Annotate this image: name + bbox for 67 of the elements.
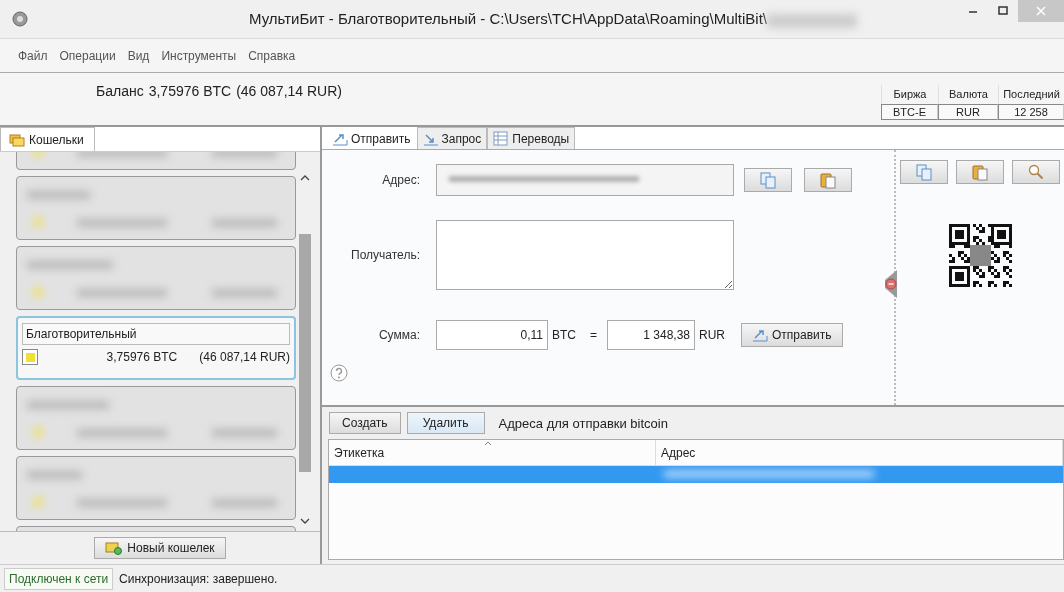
menu-item[interactable]: Файл: [16, 46, 50, 65]
paste-icon: [972, 163, 988, 181]
help-icon[interactable]: [330, 364, 348, 382]
btc-amount-field[interactable]: 0,11: [436, 320, 548, 350]
create-button[interactable]: Создать: [329, 412, 401, 434]
fiat-amount-field[interactable]: 1 348,38: [607, 320, 695, 350]
tab[interactable]: Запрос: [416, 127, 488, 149]
folder-icon: [9, 132, 25, 147]
menu-item[interactable]: Вид: [125, 46, 152, 65]
wallet-icon: [22, 349, 38, 365]
wallets-tab-label: Кошельки: [29, 132, 84, 147]
wallet-name: Благотворительный: [22, 323, 290, 345]
menu-item[interactable]: Операции: [57, 46, 118, 65]
address-field[interactable]: [436, 164, 734, 196]
send-button[interactable]: Отправить: [741, 323, 843, 347]
copy-icon: [916, 163, 932, 181]
search-button[interactable]: [1012, 160, 1060, 184]
address-book-title: Адреса для отправки bitcoin: [498, 415, 668, 431]
sync-status: Синхронизация: завершено.: [118, 571, 279, 586]
equals-sign: =: [589, 328, 598, 342]
balance-btc: 3,75976 BTC: [148, 83, 232, 101]
send-icon: [752, 327, 768, 343]
btc-unit: BTC: [551, 328, 577, 342]
column-header[interactable]: Адрес: [661, 445, 696, 460]
copy-icon: [760, 171, 776, 189]
collapse-handle-icon[interactable]: [884, 270, 898, 298]
address-label: Адрес:: [381, 173, 421, 187]
close-icon: [1036, 6, 1046, 16]
tab[interactable]: Переводы: [487, 127, 576, 149]
copy-button[interactable]: [744, 168, 792, 192]
scrollbar-thumb[interactable]: [299, 234, 311, 472]
recipient-field[interactable]: [436, 220, 734, 290]
window-title: МультиБит - Благотворительный - C:\Users\TCH\AppData\Roaming\MultiBit\: [28, 10, 958, 28]
sort-icon: [484, 441, 492, 446]
balance-fiat: (46 087,14 RUR): [236, 83, 342, 101]
wallet-fiat-amount: (46 087,14 RUR): [199, 350, 290, 364]
wallet-card[interactable]: Благотворительный 3,75976 BTC (46 087,14 RUR): [16, 316, 296, 380]
scroll-down-icon[interactable]: [300, 517, 310, 525]
ticker-cell: BTC-E: [881, 104, 938, 120]
menu-item[interactable]: Справка: [246, 46, 298, 65]
wallet-add-icon: [105, 541, 124, 555]
paste-button[interactable]: [956, 160, 1004, 184]
wallets-tab[interactable]: Кошельки: [0, 127, 95, 151]
paste-button[interactable]: [804, 168, 852, 192]
wallet-btc-amount: 3,75976 BTC: [106, 350, 178, 364]
copy-button[interactable]: [900, 160, 948, 184]
delete-button[interactable]: Удалить: [406, 412, 485, 434]
menu-item[interactable]: Инструменты: [159, 46, 239, 65]
search-icon: [1028, 164, 1044, 180]
maximize-icon: [998, 6, 1008, 16]
ticker-cell: 12 258: [998, 104, 1064, 120]
connection-status: Подключен к сети: [4, 567, 114, 590]
app-logo-icon: [12, 11, 28, 27]
scroll-up-icon[interactable]: [300, 174, 310, 182]
table-icon: [493, 130, 510, 147]
recipient-label: Получатель:: [350, 248, 421, 262]
table-row[interactable]: [329, 466, 1063, 483]
balance-label: Баланс: [96, 83, 144, 101]
qr-code: [948, 224, 1012, 287]
fiat-unit: RUR: [698, 328, 726, 342]
new-wallet-button[interactable]: Новый кошелек: [94, 537, 226, 559]
column-header[interactable]: Этикетка: [334, 445, 385, 460]
paste-icon: [820, 171, 836, 189]
blurred-wallet-card[interactable]: [16, 386, 296, 450]
ticker-cell: RUR: [938, 104, 998, 120]
amount-label: Сумма:: [377, 328, 421, 342]
blurred-wallet-card[interactable]: [16, 246, 296, 310]
